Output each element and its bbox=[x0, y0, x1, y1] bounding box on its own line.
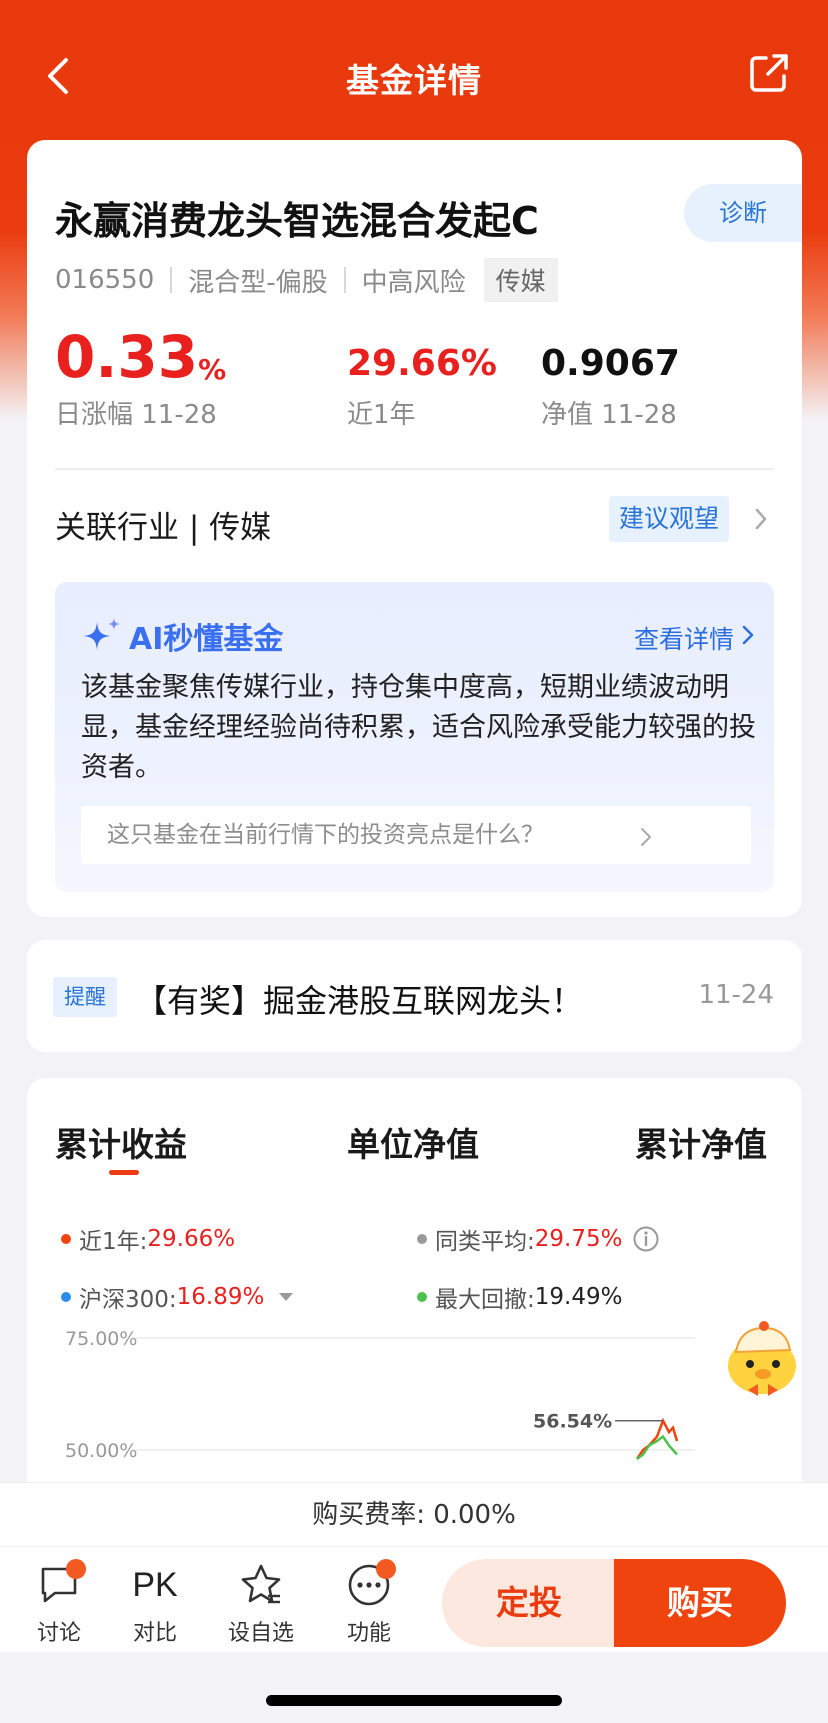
reminder-text[interactable]: 【有奖】掘金港股互联网龙头！ bbox=[135, 976, 583, 1022]
y-tick-label: 50.00% bbox=[65, 1440, 137, 1462]
tab-unit-nav[interactable]: 单位净值 bbox=[347, 1118, 479, 1166]
year-return-value: 29.66% bbox=[347, 343, 497, 384]
legend-label: 同类平均: bbox=[435, 1229, 535, 1255]
page-title: 基金详情 bbox=[346, 61, 482, 100]
legend-item-csi300[interactable]: 沪深300: 16.89% bbox=[61, 1280, 294, 1314]
legend-value: 29.66% bbox=[147, 1226, 236, 1252]
nav-label: 功能 bbox=[346, 1621, 391, 1646]
nav-value: 0.9067 bbox=[541, 343, 680, 384]
year-return-stat: 29.66% 近1年 bbox=[347, 318, 497, 431]
divider bbox=[55, 468, 774, 470]
caret-down-icon[interactable] bbox=[278, 1292, 294, 1302]
info-icon[interactable] bbox=[632, 1225, 660, 1253]
ai-title: AI秒懂基金 bbox=[81, 614, 283, 658]
home-indicator[interactable] bbox=[266, 1695, 562, 1706]
top-bar: 基金详情 bbox=[0, 40, 828, 110]
legend-label: 沪深300: bbox=[79, 1287, 177, 1313]
nav-stat: 0.9067 净值 11-28 bbox=[541, 318, 680, 431]
y-tick-label: 75.00% bbox=[65, 1328, 137, 1350]
daily-change-stat: 0.33% 日涨幅 11-28 bbox=[55, 318, 226, 431]
tab-cumulative-return[interactable]: 累计收益 bbox=[55, 1118, 187, 1166]
legend-value: 29.75% bbox=[534, 1226, 623, 1252]
purchase-fee: 购买费率: 0.00% bbox=[0, 1482, 828, 1546]
peak-annotation: 56.54% bbox=[533, 1411, 612, 1433]
advice-badge[interactable]: 建议观望 bbox=[609, 496, 729, 542]
diagnose-button[interactable]: 诊断 bbox=[684, 184, 802, 242]
fund-name: 永赢消费龙头智选混合发起C bbox=[55, 199, 539, 243]
series-line bbox=[636, 1434, 678, 1460]
ai-insight-panel: AI秒懂基金 查看详情 该基金聚焦传媒行业，持仓集中度高，短期业绩波动明显，基金… bbox=[55, 582, 774, 892]
legend-label: 近1年: bbox=[79, 1229, 148, 1255]
related-industry[interactable]: 关联行业 | 传媒 bbox=[55, 502, 271, 547]
divider bbox=[170, 267, 173, 293]
legend-value: 16.89% bbox=[176, 1284, 265, 1310]
year-return-label: 近1年 bbox=[347, 400, 416, 430]
reminder-tag: 提醒 bbox=[53, 977, 117, 1017]
fund-meta: 016550 混合型-偏股 中高风险 传媒 bbox=[55, 258, 558, 302]
reminder-card[interactable]: 提醒 【有奖】掘金港股互联网龙头！ 11-24 bbox=[27, 940, 802, 1052]
chevron-right-icon[interactable] bbox=[740, 622, 756, 648]
reminder-date: 11-24 bbox=[698, 980, 774, 1010]
nav-label: 净值 11-28 bbox=[541, 400, 677, 430]
legend-dot bbox=[417, 1292, 427, 1302]
nav-label: 设自选 bbox=[227, 1621, 294, 1646]
ai-details-link[interactable]: 查看详情 bbox=[634, 620, 734, 656]
fund-summary-card: 永赢消费龙头智选混合发起C 诊断 016550 混合型-偏股 中高风险 传媒 0… bbox=[27, 140, 802, 917]
buy-button[interactable]: 购买 bbox=[614, 1559, 786, 1647]
daily-change-label: 日涨幅 11-28 bbox=[55, 400, 217, 430]
chevron-right-icon[interactable] bbox=[639, 826, 653, 848]
nav-add-watchlist[interactable]: 设自选 bbox=[216, 1561, 306, 1647]
active-tab-indicator bbox=[109, 1170, 139, 1175]
share-icon[interactable] bbox=[746, 50, 792, 96]
legend-item-year: 近1年: 29.66% bbox=[61, 1222, 235, 1256]
legend-item-max-drawdown: 最大回撤: 19.49% bbox=[417, 1280, 622, 1314]
home-area bbox=[0, 1652, 828, 1723]
nav-discussion[interactable]: 讨论 bbox=[14, 1559, 104, 1647]
legend-dot bbox=[61, 1292, 71, 1302]
sip-button[interactable]: 定投 bbox=[442, 1559, 616, 1647]
legend-label: 最大回撤: bbox=[435, 1287, 535, 1313]
legend-item-peer-average: 同类平均: 29.75% bbox=[417, 1222, 660, 1256]
mascot-icon[interactable] bbox=[720, 1318, 802, 1398]
fund-risk: 中高风险 bbox=[361, 267, 466, 298]
sparkle-icon bbox=[83, 618, 120, 650]
notification-badge bbox=[66, 1559, 86, 1579]
divider bbox=[343, 267, 346, 293]
legend-dot bbox=[417, 1234, 427, 1244]
nav-functions[interactable]: 功能 bbox=[324, 1559, 414, 1647]
legend-dot bbox=[61, 1234, 71, 1244]
chart-tabs: 累计收益 单位净值 累计净值 bbox=[27, 1118, 802, 1188]
tab-cumulative-nav[interactable]: 累计净值 bbox=[635, 1118, 767, 1166]
fund-type: 混合型-偏股 bbox=[188, 267, 328, 298]
pk-icon: PK bbox=[132, 1565, 178, 1604]
fund-code: 016550 bbox=[55, 265, 155, 295]
nav-label: 对比 bbox=[132, 1621, 177, 1646]
ai-summary: 该基金聚焦传媒行业，持仓集中度高，短期业绩波动明显，基金经理经验尚待积累，适合风… bbox=[81, 672, 756, 783]
nav-label: 讨论 bbox=[36, 1621, 81, 1646]
nav-compare[interactable]: PK 对比 bbox=[110, 1561, 200, 1647]
legend-value: 19.49% bbox=[534, 1284, 623, 1310]
bottom-action-bar: 讨论 PK 对比 设自选 功能 定投 购买 bbox=[0, 1546, 828, 1652]
star-icon bbox=[241, 1564, 281, 1604]
daily-change-value: 0.33% bbox=[55, 323, 227, 391]
notification-badge bbox=[376, 1559, 396, 1579]
sector-tag: 传媒 bbox=[483, 258, 558, 302]
chevron-right-icon[interactable] bbox=[751, 504, 771, 534]
